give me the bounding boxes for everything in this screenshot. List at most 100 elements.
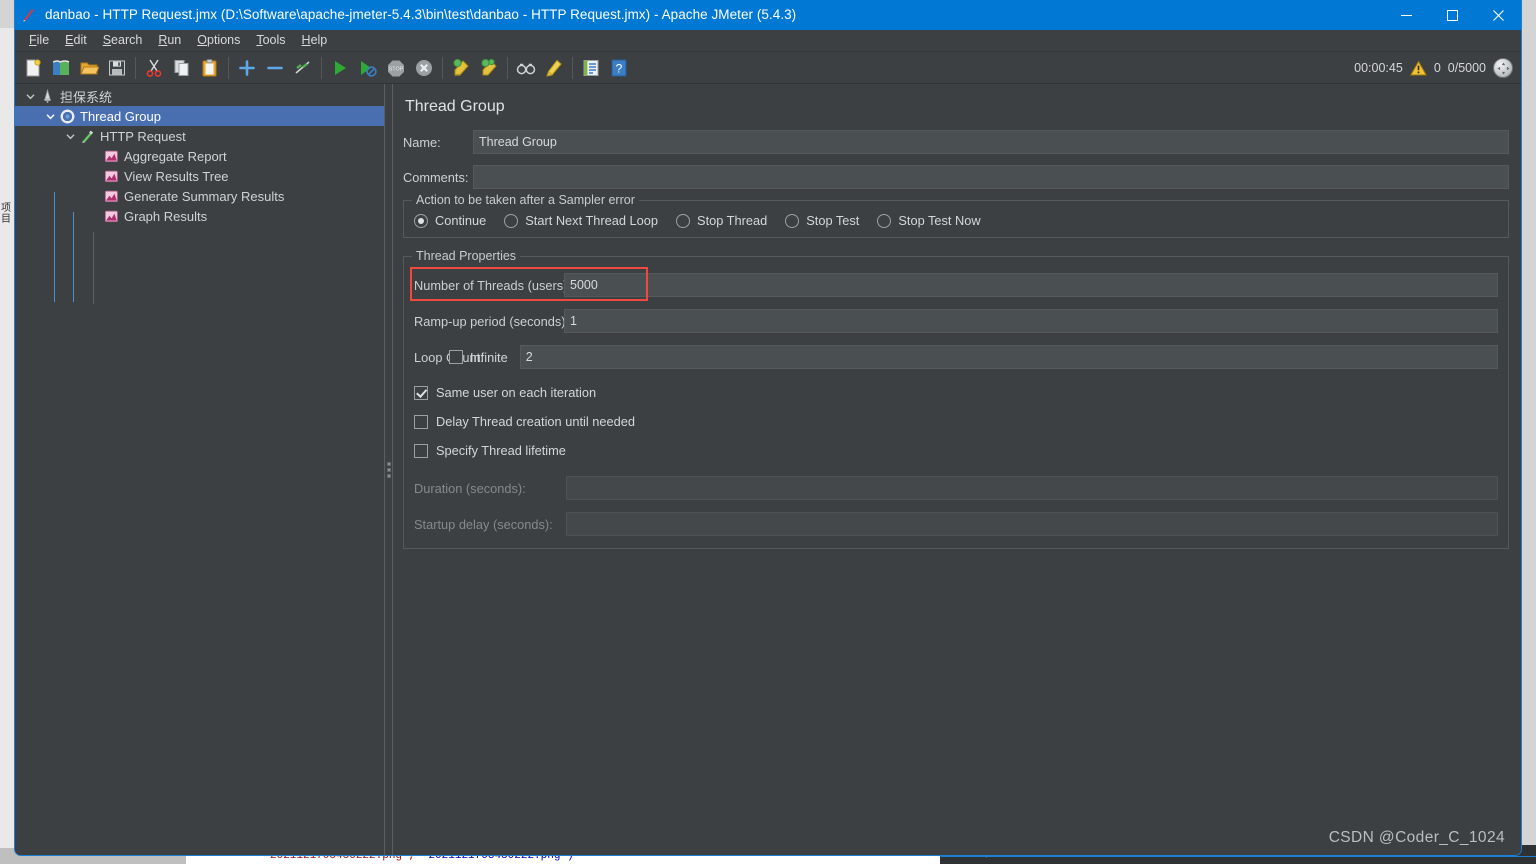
maximize-icon[interactable] [1429, 0, 1475, 30]
tree-node-label: 担保系统 [60, 89, 113, 105]
toolbar: STOP ? 00:00:45 0 0/5000 [15, 52, 1521, 84]
number-of-threads-input[interactable] [564, 273, 1498, 297]
window-title: danbao - HTTP Request.jmx (D:\Software\a… [45, 7, 797, 22]
radio-continue[interactable]: Continue [414, 213, 486, 228]
svg-text:STOP: STOP [389, 66, 404, 72]
open-icon[interactable] [75, 54, 103, 82]
sampler-error-radio-group: Continue Start Next Thread Loop Stop Thr… [414, 213, 1498, 228]
tree-guide-line [93, 232, 94, 304]
startup-delay-input [566, 512, 1498, 536]
reset-search-icon[interactable] [540, 54, 568, 82]
sampler-error-group-title: Action to be taken after a Sampler error [412, 193, 639, 207]
tree-node-http-request[interactable]: HTTP Request [15, 126, 384, 146]
toolbar-separator [321, 56, 322, 79]
tree-node-graph-results[interactable]: Graph Results [15, 206, 384, 226]
loop-infinite-checkbox[interactable]: Infinite [449, 350, 508, 365]
radio-stop-thread[interactable]: Stop Thread [676, 213, 767, 228]
toggle-icon[interactable] [289, 54, 317, 82]
clear-all-icon[interactable] [475, 54, 503, 82]
menu-item-file[interactable]: FFileile [21, 30, 57, 51]
radio-stop-test-now[interactable]: Stop Test Now [877, 213, 981, 228]
menu-item-tools[interactable]: Tools [248, 30, 293, 51]
watermark: CSDN @Coder_C_1024 [1328, 829, 1505, 846]
cut-icon[interactable] [140, 54, 168, 82]
comments-input[interactable] [473, 165, 1509, 189]
toolbar-separator [135, 56, 136, 79]
active-thread-count: 0/5000 [1447, 61, 1486, 75]
delay-thread-creation-checkbox[interactable]: Delay Thread creation until needed [414, 414, 1498, 429]
copy-icon[interactable] [168, 54, 196, 82]
radio-mark-icon [414, 213, 428, 228]
start-icon[interactable] [326, 54, 354, 82]
paste-icon[interactable] [196, 54, 224, 82]
number-of-threads-label: Number of Threads (users): [414, 277, 571, 293]
toolbar-separator [442, 56, 443, 79]
loop-count-input[interactable] [519, 345, 1498, 369]
tree-node-label: View Results Tree [124, 168, 229, 184]
window-controls [1383, 0, 1521, 30]
specify-thread-lifetime-checkbox[interactable]: Specify Thread lifetime [414, 443, 1498, 458]
checkbox-mark-icon [414, 443, 428, 458]
tree-node-thread-group[interactable]: Thread Group [15, 106, 384, 126]
title-bar: danbao - HTTP Request.jmx (D:\Software\a… [15, 0, 1521, 30]
clear-icon[interactable] [447, 54, 475, 82]
split-pane-grip[interactable] [386, 461, 391, 478]
close-icon[interactable] [1475, 0, 1521, 30]
chevron-down-icon[interactable] [43, 106, 57, 126]
name-input[interactable] [473, 130, 1509, 154]
radio-label: Stop Test Now [898, 213, 981, 228]
elapsed-time: 00:00:45 [1354, 61, 1403, 75]
radio-start-next-thread-loop[interactable]: Start Next Thread Loop [504, 213, 658, 228]
start-no-pauses-icon[interactable] [354, 54, 382, 82]
menu-item-run[interactable]: Run [150, 30, 189, 51]
tree-node-label: Aggregate Report [124, 148, 227, 164]
save-icon[interactable] [103, 54, 131, 82]
warning-triangle-icon[interactable] [1409, 59, 1427, 77]
run-indicator-icon [1493, 58, 1513, 78]
tree-node-aggregate-report[interactable]: Aggregate Report [15, 146, 384, 166]
new-icon[interactable] [19, 54, 47, 82]
toolbar-separator [572, 56, 573, 79]
tree-node-label: HTTP Request [100, 128, 186, 144]
minimize-icon[interactable] [1383, 0, 1429, 30]
search-icon[interactable] [512, 54, 540, 82]
menu-item-edit[interactable]: Edit [57, 30, 95, 51]
toolbar-status-area: 00:00:45 0 0/5000 [1354, 52, 1513, 84]
split-pane-divider[interactable] [384, 84, 393, 855]
tree-node-view-results-tree[interactable]: View Results Tree [15, 166, 384, 186]
help-icon[interactable]: ? [605, 54, 633, 82]
radio-mark-icon [785, 213, 800, 228]
collapse-all-icon[interactable] [261, 54, 289, 82]
chevron-down-icon[interactable] [23, 86, 37, 106]
menu-item-help[interactable]: Help [294, 30, 336, 51]
radio-stop-test[interactable]: Stop Test [785, 213, 859, 228]
tree-node-label: Graph Results [124, 208, 208, 224]
test-plan-tree[interactable]: 担保系统 Thread Group HTTP Request Aggregate… [15, 84, 384, 855]
listener-icon [101, 146, 121, 166]
jmeter-feather-icon [15, 0, 43, 30]
toolbar-separator [228, 56, 229, 79]
same-user-checkbox[interactable]: Same user on each iteration [414, 385, 1498, 400]
tree-node-generate-summary-results[interactable]: Generate Summary Results [15, 186, 384, 206]
background-left-sliver-text: 项目 [1, 203, 11, 225]
tree-node-label: Thread Group [80, 108, 161, 124]
templates-icon[interactable] [47, 54, 75, 82]
duration-input [566, 476, 1498, 500]
sampler-error-group: Action to be taken after a Sampler error… [403, 193, 1509, 238]
function-helper-icon[interactable] [577, 54, 605, 82]
ramp-up-label: Ramp-up period (seconds): [414, 313, 570, 329]
toolbar-separator [507, 56, 508, 79]
expand-all-icon[interactable] [233, 54, 261, 82]
menu-item-search[interactable]: Search [95, 30, 151, 51]
error-count: 0 [1433, 61, 1441, 75]
menu-item-options[interactable]: Options [189, 30, 248, 51]
radio-mark-icon [877, 213, 892, 228]
listener-icon [101, 166, 121, 186]
stop-icon[interactable]: STOP [382, 54, 410, 82]
ramp-up-input[interactable] [564, 309, 1498, 333]
thread-group-icon [57, 106, 77, 126]
duration-label: Duration (seconds): [414, 480, 526, 496]
tree-node-test-plan[interactable]: 担保系统 [15, 86, 384, 106]
chevron-down-icon[interactable] [63, 126, 77, 146]
shutdown-icon[interactable] [410, 54, 438, 82]
